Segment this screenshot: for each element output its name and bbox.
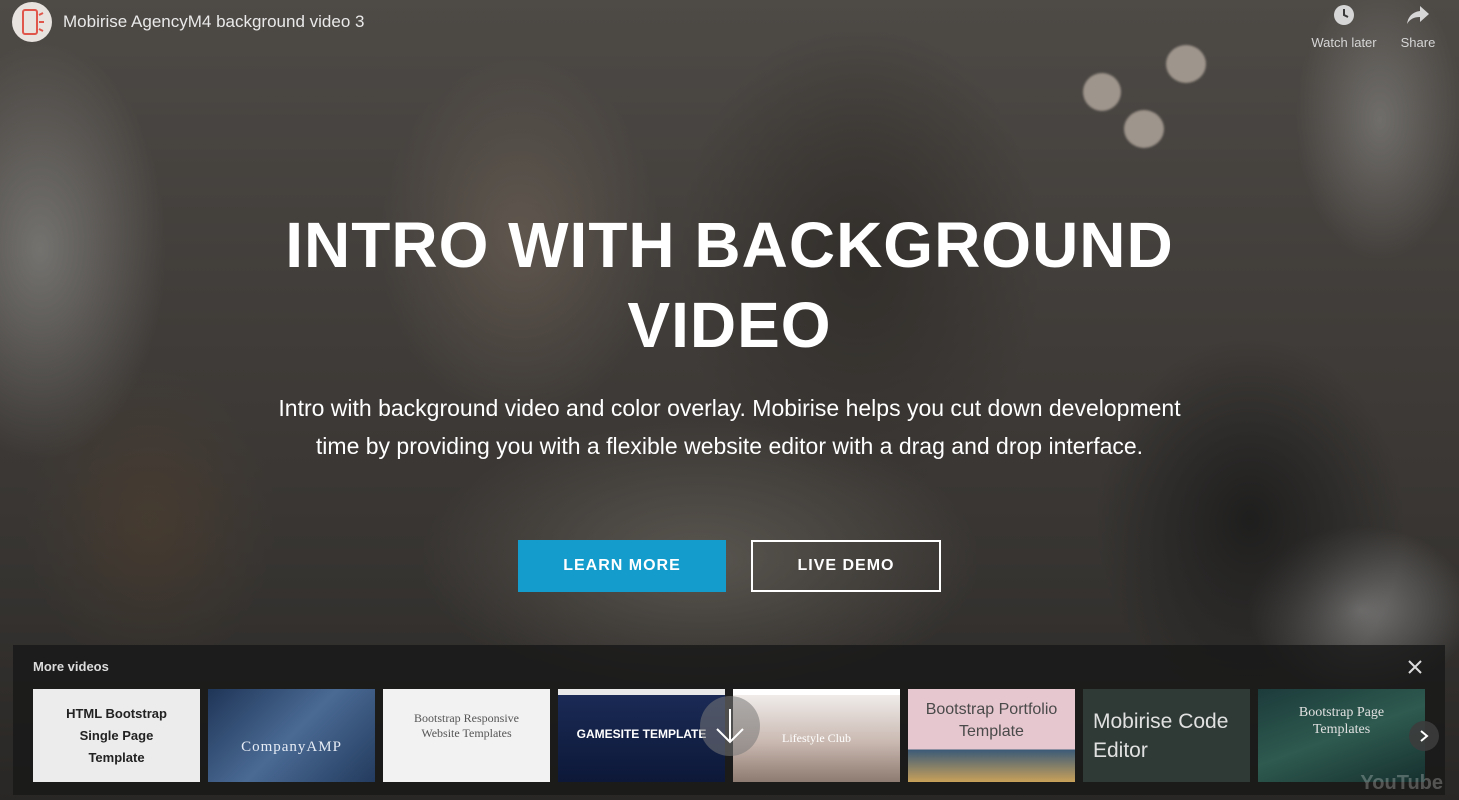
video-thumbnail[interactable]: HTML Bootstrap Single Page Template: [33, 689, 200, 782]
video-thumbnail[interactable]: CompanyAMP: [208, 689, 375, 782]
clock-icon: [1334, 5, 1354, 25]
close-icon[interactable]: [1405, 657, 1425, 677]
learn-more-button[interactable]: LEARN MORE: [518, 540, 726, 592]
thumbnail-label: Mobirise Code Editor: [1093, 709, 1229, 762]
watch-later-label: Watch later: [1311, 35, 1377, 50]
video-thumbnail[interactable]: Mobirise Code Editor: [1083, 689, 1250, 782]
thumbnail-label: CompanyAMP: [241, 739, 342, 755]
chevron-right-icon: [1420, 730, 1429, 742]
share-label: Share: [1400, 35, 1436, 50]
video-thumbnail[interactable]: Bootstrap Portfolio Template: [908, 689, 1075, 782]
thumbnail-label: Bootstrap Portfolio Template: [925, 700, 1058, 740]
live-demo-button[interactable]: LIVE DEMO: [751, 540, 941, 592]
thumbnail-label: GAMESITE TEMPLATE: [576, 726, 707, 741]
video-thumbnail[interactable]: Bootstrap Responsive Website Templates: [383, 689, 550, 782]
hero-description: Intro with background video and color ov…: [278, 395, 1181, 459]
hero-title-line2: VIDEO: [627, 289, 832, 361]
thumbnail-label: HTML Bootstrap Single Page Template: [66, 705, 167, 765]
channel-avatar[interactable]: [12, 2, 52, 42]
video-thumbnail[interactable]: GAMESITE TEMPLATE: [558, 689, 725, 782]
hero-title: INTRO WITH BACKGROUND VIDEO: [0, 205, 1459, 365]
hero-title-line1: INTRO WITH BACKGROUND: [285, 209, 1174, 281]
mobile-device-icon: [22, 9, 44, 35]
scroll-down-button[interactable]: [700, 696, 760, 756]
next-videos-button[interactable]: [1409, 721, 1439, 751]
youtube-logo[interactable]: YouTube: [1360, 772, 1443, 795]
arrow-down-icon: [716, 709, 744, 744]
video-thumbnail[interactable]: Bootstrap Page Templates: [1258, 689, 1425, 782]
thumbnail-label: Bootstrap Responsive Website Templates: [414, 710, 519, 740]
thumbnail-label: Bootstrap Page Templates: [1298, 704, 1385, 737]
share-button[interactable]: Share: [1378, 4, 1458, 50]
video-title[interactable]: Mobirise AgencyM4 background video 3: [63, 12, 364, 32]
thumbnail-label: Lifestyle Club: [782, 731, 851, 745]
video-top-bar: Mobirise AgencyM4 background video 3 Wat…: [0, 0, 1459, 60]
more-videos-title: More videos: [33, 659, 109, 674]
watch-later-button[interactable]: Watch later: [1304, 4, 1384, 50]
share-arrow-icon: [1407, 6, 1429, 24]
